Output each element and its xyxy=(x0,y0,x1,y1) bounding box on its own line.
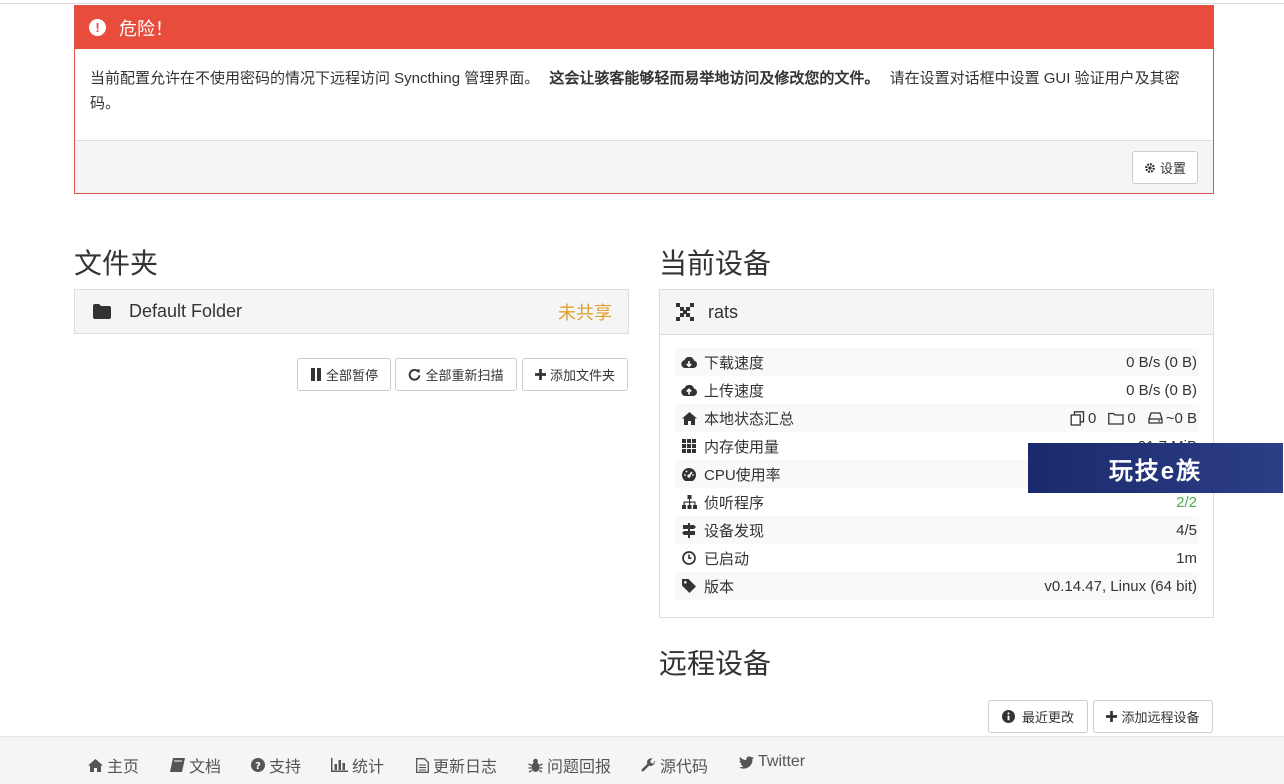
danger-alert: ! 危险！ 当前配置允许在不使用密码的情况下远程访问 Syncthing 管理界… xyxy=(74,5,1214,194)
local-files-count: 0 xyxy=(1088,409,1097,427)
home-icon xyxy=(677,411,701,425)
stat-version: 版本 v0.14.47, Linux (64 bit) xyxy=(675,572,1199,600)
question-circle-icon: ? xyxy=(251,758,265,772)
settings-button[interactable]: 设置 xyxy=(1132,151,1198,184)
rescan-all-label: 全部重新扫描 xyxy=(425,368,504,383)
stat-upload-rate: 上传速度 0 B/s (0 B) xyxy=(675,376,1199,404)
plus-icon xyxy=(1106,711,1118,722)
files-icon xyxy=(1070,410,1085,426)
rescan-all-button[interactable]: 全部重新扫描 xyxy=(395,358,517,391)
footer-link-twitter[interactable]: Twitter xyxy=(739,753,805,771)
settings-button-label: 设置 xyxy=(1159,161,1186,176)
recent-changes-button[interactable]: 最近更改 xyxy=(988,700,1088,733)
alert-header: ! 危险！ xyxy=(75,6,1213,49)
footer-link-label: 文档 xyxy=(189,759,222,776)
add-folder-button[interactable]: 添加文件夹 xyxy=(522,358,628,391)
alert-footer: 设置 xyxy=(75,140,1213,193)
folder-name: Default Folder xyxy=(129,301,243,321)
grid-icon xyxy=(677,439,701,453)
alert-title: 危险！ xyxy=(119,18,173,39)
stat-value: 0 B/s (0 B) xyxy=(1126,381,1197,399)
top-divider xyxy=(0,0,1284,4)
pause-all-button[interactable]: 全部暂停 xyxy=(297,358,391,391)
file-text-icon xyxy=(416,757,429,773)
footer-link-label: 支持 xyxy=(269,759,302,776)
alert-text-before: 当前配置允许在不使用密码的情况下远程访问 Syncthing 管理界面。 xyxy=(90,70,540,87)
local-size: ~0 B xyxy=(1165,409,1197,427)
stat-label: 上传速度 xyxy=(704,382,765,400)
footer-link-bugs[interactable]: 问题回报 xyxy=(528,753,611,777)
stat-label: 侦听程序 xyxy=(704,494,765,512)
footer-link-label: 主页 xyxy=(107,759,140,776)
pause-icon xyxy=(310,368,321,381)
footer-link-docs[interactable]: 文档 xyxy=(170,753,221,777)
exclamation-circle-icon: ! xyxy=(89,19,106,36)
wrench-icon xyxy=(641,757,655,772)
pause-all-label: 全部暂停 xyxy=(325,368,378,383)
add-remote-device-button[interactable]: 添加远程设备 xyxy=(1093,700,1213,733)
plus-icon xyxy=(534,369,546,380)
local-state-summary: 0 0 ~0 B xyxy=(1070,410,1197,427)
add-folder-label: 添加文件夹 xyxy=(549,368,615,383)
cloud-download-icon xyxy=(677,356,701,369)
stat-local-state: 本地状态汇总 0 0 ~0 B xyxy=(675,404,1199,432)
footer-link-source[interactable]: 源代码 xyxy=(641,753,708,777)
twitter-icon xyxy=(739,755,754,769)
book-icon xyxy=(170,758,185,772)
dashboard-icon xyxy=(677,467,701,481)
footer-link-label: 源代码 xyxy=(660,759,709,776)
gear-icon xyxy=(1145,162,1155,173)
stat-download-rate: 下载速度 0 B/s (0 B) xyxy=(675,348,1199,376)
folder-status: 未共享 xyxy=(558,302,612,323)
footer-link-statistics[interactable]: 统计 xyxy=(331,753,384,777)
watermark-logo: 玩技e族 xyxy=(1028,443,1283,493)
device-identicon-icon xyxy=(676,303,694,321)
recent-changes-label: 最近更改 xyxy=(1021,710,1074,725)
info-circle-icon xyxy=(1001,710,1015,723)
footer-link-changelog[interactable]: 更新日志 xyxy=(416,753,497,777)
signpost-icon xyxy=(677,522,701,538)
stat-value: 0 B/s (0 B) xyxy=(1126,353,1197,371)
footer-link-label: 问题回报 xyxy=(547,759,612,776)
stat-label: 下载速度 xyxy=(704,354,765,372)
stat-label: 设备发现 xyxy=(704,522,765,540)
local-dirs-count: 0 xyxy=(1127,409,1136,427)
stat-value: 1m xyxy=(1176,549,1197,567)
stat-value: 2/2 xyxy=(1176,493,1197,511)
refresh-icon xyxy=(409,368,421,381)
folder-icon xyxy=(93,304,111,319)
folder-row-default[interactable]: Default Folder 未共享 xyxy=(74,289,629,334)
cloud-upload-icon xyxy=(677,384,701,397)
home-icon xyxy=(88,758,103,772)
stat-value: v0.14.47, Linux (64 bit) xyxy=(1044,577,1197,595)
stat-discovery: 设备发现 4/5 xyxy=(675,516,1199,544)
footer-link-home[interactable]: 主页 xyxy=(88,753,139,777)
device-header[interactable]: rats xyxy=(660,290,1213,335)
hdd-icon xyxy=(1148,412,1163,424)
footer-link-label: 统计 xyxy=(352,759,385,776)
footer-link-label: Twitter xyxy=(758,753,806,770)
folder-open-icon xyxy=(1108,412,1125,425)
clock-icon xyxy=(677,551,701,565)
sitemap-icon xyxy=(677,495,701,509)
stat-value: 4/5 xyxy=(1176,521,1197,539)
folders-heading: 文件夹 xyxy=(74,248,159,279)
alert-message: 当前配置允许在不使用密码的情况下远程访问 Syncthing 管理界面。 这会让… xyxy=(75,49,1213,140)
bar-chart-icon xyxy=(331,758,348,772)
footer-link-support[interactable]: ? 支持 xyxy=(251,753,301,777)
bug-icon xyxy=(528,758,543,773)
footer-link-label: 更新日志 xyxy=(433,759,498,776)
stat-label: 本地状态汇总 xyxy=(704,410,795,428)
alert-text-bold: 这会让骇客能够轻而易举地访问及修改您的文件。 xyxy=(549,70,880,87)
stat-uptime: 已启动 1m xyxy=(675,544,1199,572)
tag-icon xyxy=(677,579,701,593)
footer-bar: 主页 文档 ? 支持 统计 更新日志 问题回报 源代码 Twitter xyxy=(0,736,1284,784)
stat-label: 版本 xyxy=(704,578,735,596)
remote-devices-heading: 远程设备 xyxy=(659,648,772,679)
add-remote-device-label: 添加远程设备 xyxy=(1121,710,1200,725)
this-device-heading: 当前设备 xyxy=(659,248,772,279)
svg-text:?: ? xyxy=(255,761,261,772)
stat-label: 已启动 xyxy=(704,550,750,568)
device-name: rats xyxy=(708,301,739,322)
